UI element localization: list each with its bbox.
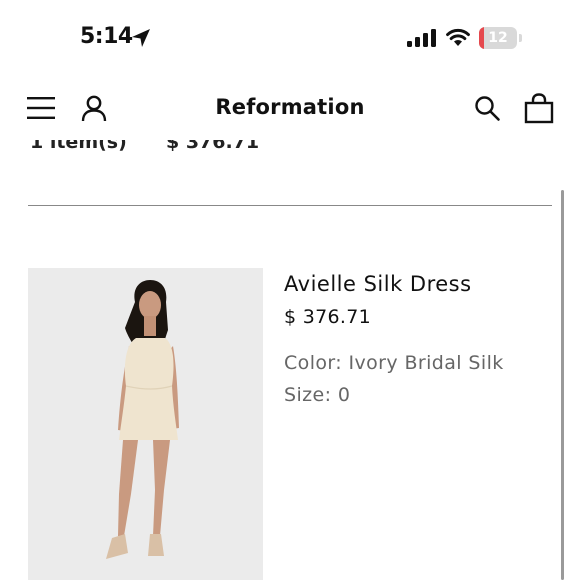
battery-tip [519, 34, 522, 42]
battery-percentage: 12 [488, 30, 508, 46]
status-time: 5:14 [80, 24, 133, 49]
cart-screen: 5:14 12 Reformation 1 item(s) $ 376.71 A… [0, 0, 580, 580]
cellular-signal-icon [407, 29, 436, 47]
search-icon[interactable] [473, 94, 501, 122]
status-bar: 5:14 12 [0, 0, 580, 75]
hamburger-menu-icon[interactable] [27, 96, 55, 120]
item-count: 1 item(s) [30, 140, 127, 152]
location-arrow-icon [132, 29, 150, 47]
wifi-icon [446, 28, 470, 46]
product-color: Color: Ivory Bridal Silk [284, 352, 504, 374]
cart-total: $ 376.71 [166, 140, 260, 152]
scrollbar[interactable] [561, 190, 564, 580]
product-photo [28, 268, 263, 580]
battery-icon: 12 [479, 27, 523, 49]
battery-body: 12 [479, 27, 517, 49]
product-price: $ 376.71 [284, 306, 372, 328]
divider [28, 205, 552, 206]
brand-title[interactable]: Reformation [190, 95, 390, 119]
shopping-bag-icon[interactable] [523, 92, 555, 124]
cart-item: Avielle Silk Dress $ 376.71 Color: Ivory… [28, 268, 552, 580]
product-image[interactable] [28, 268, 263, 580]
product-size: Size: 0 [284, 384, 351, 406]
site-header: Reformation [0, 80, 580, 140]
cart-summary: 1 item(s) $ 376.71 [0, 140, 580, 152]
user-icon[interactable] [80, 94, 108, 122]
product-name[interactable]: Avielle Silk Dress [284, 272, 472, 296]
